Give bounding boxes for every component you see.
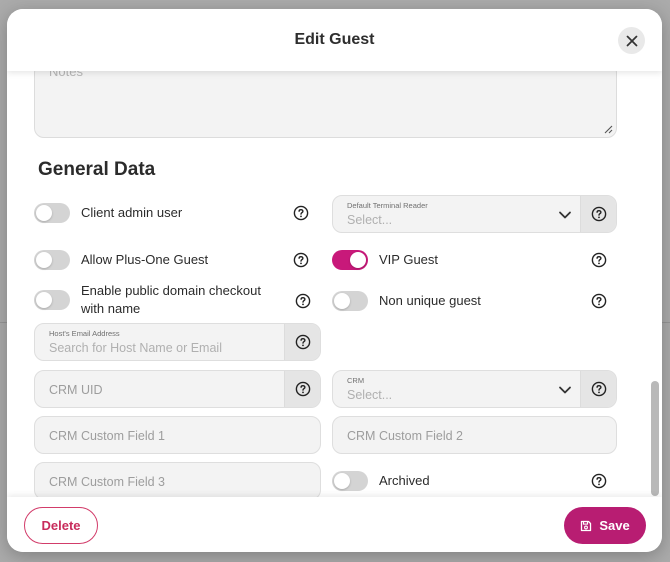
client-admin-user-toggle[interactable] [34, 203, 70, 223]
question-circle-icon [591, 206, 606, 222]
host-email-help-addon[interactable] [284, 324, 320, 360]
non-unique-guest-label: Non unique guest [379, 293, 481, 308]
public-checkout-toggle[interactable] [34, 290, 70, 310]
question-circle-icon[interactable] [295, 293, 311, 309]
crm-label: CRM [347, 376, 365, 385]
toggle-knob [36, 205, 52, 221]
non-unique-guest-row: Non unique guest [332, 291, 481, 311]
crm-custom-field-1-input[interactable]: CRM Custom Field 1 [34, 416, 321, 454]
archived-label: Archived [379, 473, 430, 488]
save-button-label: Save [599, 518, 630, 533]
notes-placeholder: Notes [49, 71, 83, 79]
crm-help-addon[interactable] [580, 371, 616, 407]
question-circle-icon [591, 381, 606, 397]
host-email-label: Host's Email Address [49, 329, 120, 338]
crm-custom-field-3-placeholder: CRM Custom Field 3 [49, 475, 165, 489]
notes-textarea[interactable]: Notes [34, 71, 617, 138]
vip-guest-toggle[interactable] [332, 250, 368, 270]
crm-custom-field-1-placeholder: CRM Custom Field 1 [49, 429, 165, 443]
crm-custom-field-2-placeholder: CRM Custom Field 2 [347, 429, 463, 443]
crm-custom-field-2-input[interactable]: CRM Custom Field 2 [332, 416, 617, 454]
chevron-down-icon [559, 211, 571, 219]
dialog-footer: Delete Save [7, 497, 662, 552]
host-email-input[interactable]: Host's Email Address Search for Host Nam… [34, 323, 321, 361]
question-circle-icon[interactable] [591, 252, 607, 268]
vip-guest-label: VIP Guest [379, 252, 439, 267]
crm-uid-placeholder: CRM UID [49, 383, 103, 397]
floppy-disk-icon [581, 520, 592, 531]
toggle-knob [350, 252, 366, 268]
crm-uid-help-addon[interactable] [284, 371, 320, 407]
toggle-knob [36, 292, 52, 308]
default-terminal-reader-select[interactable]: Default Terminal Reader Select... [332, 195, 617, 233]
non-unique-guest-toggle[interactable] [332, 291, 368, 311]
client-admin-user-row: Client admin user [34, 203, 182, 223]
allow-plus-one-toggle[interactable] [34, 250, 70, 270]
terminal-reader-label: Default Terminal Reader [347, 201, 428, 210]
toggle-knob [36, 252, 52, 268]
crm-select[interactable]: CRM Select... [332, 370, 617, 408]
delete-button[interactable]: Delete [24, 507, 98, 544]
question-circle-icon [295, 381, 310, 397]
question-circle-icon[interactable] [293, 252, 309, 268]
question-circle-icon[interactable] [591, 293, 607, 309]
public-checkout-label: Enable public domain checkout with name [81, 283, 261, 316]
allow-plus-one-row: Allow Plus-One Guest [34, 250, 208, 270]
crm-value: Select... [347, 388, 393, 402]
toggle-knob [334, 473, 350, 489]
vip-guest-row: VIP Guest [332, 250, 438, 270]
close-icon [626, 35, 637, 46]
question-circle-icon [295, 334, 310, 350]
archived-row: Archived [332, 471, 430, 491]
public-checkout-row: Enable public domain checkout with name [34, 282, 281, 318]
chevron-down-icon [559, 386, 571, 394]
allow-plus-one-label: Allow Plus-One Guest [81, 252, 209, 267]
client-admin-user-label: Client admin user [81, 205, 183, 220]
dialog-title: Edit Guest [294, 31, 375, 48]
terminal-reader-help-addon[interactable] [580, 196, 616, 232]
crm-uid-input[interactable]: CRM UID [34, 370, 321, 408]
toggle-knob [334, 293, 350, 309]
dialog-body: Notes General Data Client admin user Def… [7, 71, 662, 497]
host-email-placeholder: Search for Host Name or Email [49, 341, 222, 355]
general-data-heading: General Data [38, 159, 156, 180]
resize-grip-icon[interactable] [604, 125, 613, 134]
close-button[interactable] [618, 27, 645, 54]
scrollbar-thumb[interactable] [651, 381, 659, 496]
question-circle-icon[interactable] [591, 473, 607, 489]
edit-guest-dialog: Edit Guest Notes General Data Client adm… [7, 9, 662, 552]
save-button[interactable]: Save [564, 507, 646, 544]
archived-toggle[interactable] [332, 471, 368, 491]
terminal-reader-value: Select... [347, 213, 393, 227]
crm-custom-field-3-input[interactable]: CRM Custom Field 3 [34, 462, 321, 497]
dialog-header: Edit Guest [7, 9, 662, 71]
question-circle-icon[interactable] [293, 205, 309, 221]
